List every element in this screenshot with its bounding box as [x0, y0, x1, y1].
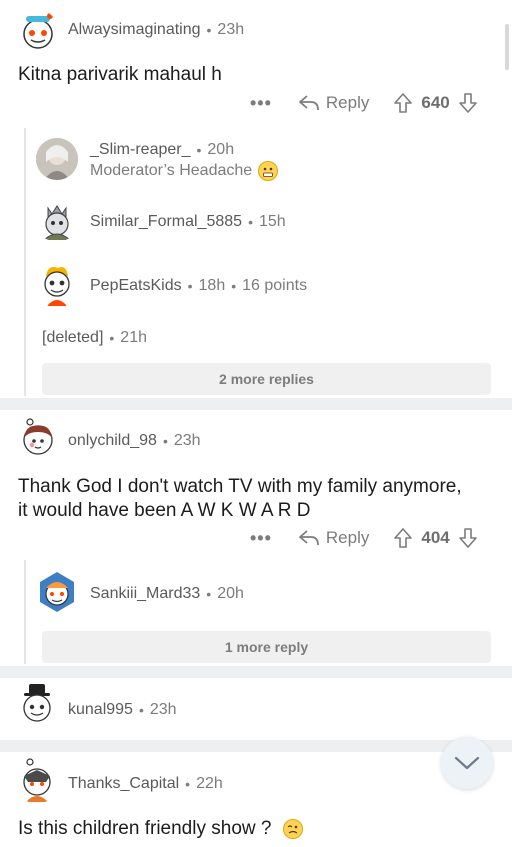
- thread-line[interactable]: [24, 128, 26, 396]
- divider: [0, 740, 512, 752]
- separator: •: [138, 702, 144, 718]
- reply-label: Reply: [325, 93, 370, 112]
- comment-header: kunal995 • 23h: [68, 701, 177, 719]
- timestamp: 23h: [173, 432, 201, 449]
- upvote-icon[interactable]: [393, 527, 413, 549]
- comment-body-line: Thank God I don't watch TV with my famil…: [18, 476, 462, 497]
- separator: •: [109, 330, 115, 346]
- username[interactable]: Thanks_Capital: [68, 775, 179, 793]
- avatar[interactable]: [36, 200, 78, 242]
- upvote-icon[interactable]: [393, 92, 413, 114]
- username: [deleted]: [42, 329, 104, 346]
- flair-text: Moderator’s Headache: [90, 162, 253, 179]
- vote-count: 404: [421, 528, 450, 547]
- username[interactable]: _Slim-reaper_: [90, 141, 190, 159]
- timestamp: 23h: [149, 701, 177, 718]
- separator: •: [206, 586, 212, 602]
- avatar[interactable]: [36, 138, 78, 180]
- reply-button[interactable]: Reply: [298, 93, 369, 113]
- separator: •: [162, 433, 168, 449]
- avatar[interactable]: [18, 416, 58, 460]
- avatar[interactable]: [36, 568, 78, 616]
- scroll-down-button[interactable]: [441, 737, 493, 789]
- username[interactable]: Sankiii_Mard33: [90, 585, 200, 603]
- reply-header: [deleted] • 21h: [42, 329, 147, 347]
- timestamp: 22h: [196, 775, 223, 792]
- vote-count: 640: [421, 93, 450, 112]
- timestamp: 20h: [217, 585, 244, 602]
- username[interactable]: Similar_Formal_5885: [90, 213, 242, 231]
- divider: [0, 666, 512, 678]
- timestamp: 23h: [217, 21, 245, 38]
- timestamp: 20h: [207, 141, 235, 158]
- username[interactable]: kunal995: [68, 701, 133, 719]
- reply-header: Similar_Formal_5885 • 15h: [90, 213, 286, 231]
- avatar[interactable]: [18, 10, 58, 50]
- separator: •: [187, 278, 193, 294]
- more-replies-button[interactable]: 1 more reply: [42, 631, 491, 663]
- more-options-button[interactable]: •••: [250, 528, 272, 549]
- username[interactable]: Alwaysimaginating: [68, 21, 201, 39]
- vote-group: 404: [393, 527, 477, 549]
- comment-body-line: it would have been A W K W A R D: [18, 500, 311, 521]
- separator: •: [206, 22, 212, 38]
- reply-header: PepEatsKids • 18h • 16 points: [90, 277, 307, 295]
- reply-icon: [299, 95, 319, 111]
- downvote-icon[interactable]: [458, 92, 478, 114]
- woozy-emoji-icon: [282, 818, 303, 839]
- separator: •: [185, 776, 191, 792]
- scrollbar[interactable]: [505, 24, 509, 70]
- downvote-icon[interactable]: [458, 527, 478, 549]
- comment-actions: ••• Reply 404: [250, 527, 478, 549]
- vote-group: 640: [393, 92, 477, 114]
- comment-body-text: Is this children friendly show ?: [18, 818, 272, 839]
- avatar[interactable]: [16, 682, 58, 728]
- comment-header: Thanks_Capital • 22h: [68, 775, 223, 793]
- separator: •: [248, 214, 253, 230]
- comment-body: Thank God I don't watch TV with my famil…: [18, 475, 462, 523]
- avatar[interactable]: [36, 262, 78, 308]
- username[interactable]: PepEatsKids: [90, 277, 182, 295]
- comment-header: onlychild_98 • 23h: [68, 432, 201, 450]
- comment-body: Is this children friendly show ?: [18, 817, 303, 841]
- username[interactable]: onlychild_98: [68, 432, 157, 450]
- comment-header: Alwaysimaginating • 23h: [68, 21, 244, 39]
- reply-header: _Slim-reaper_ • 20h: [90, 141, 234, 159]
- comment-actions: ••• Reply 640: [250, 92, 478, 114]
- more-replies-button[interactable]: 2 more replies: [42, 363, 491, 395]
- chevron-down-icon: [454, 756, 480, 770]
- thread-line[interactable]: [24, 560, 26, 664]
- reply-label: Reply: [325, 528, 370, 547]
- grimace-emoji-icon: [258, 161, 279, 181]
- divider: [0, 398, 512, 410]
- reply-icon: [299, 530, 319, 546]
- separator: •: [196, 142, 202, 158]
- reply-button[interactable]: Reply: [298, 528, 369, 548]
- separator: •: [231, 278, 237, 294]
- avatar[interactable]: [16, 756, 58, 804]
- user-flair: Moderator’s Headache: [90, 161, 279, 181]
- more-options-button[interactable]: •••: [250, 93, 272, 114]
- points: 16 points: [242, 277, 308, 294]
- timestamp: 15h: [258, 213, 286, 230]
- reply-header: Sankiii_Mard33 • 20h: [90, 585, 244, 603]
- timestamp: 21h: [120, 329, 147, 346]
- timestamp: 18h: [198, 277, 226, 294]
- comment-body: Kitna parivarik mahaul h: [18, 64, 222, 85]
